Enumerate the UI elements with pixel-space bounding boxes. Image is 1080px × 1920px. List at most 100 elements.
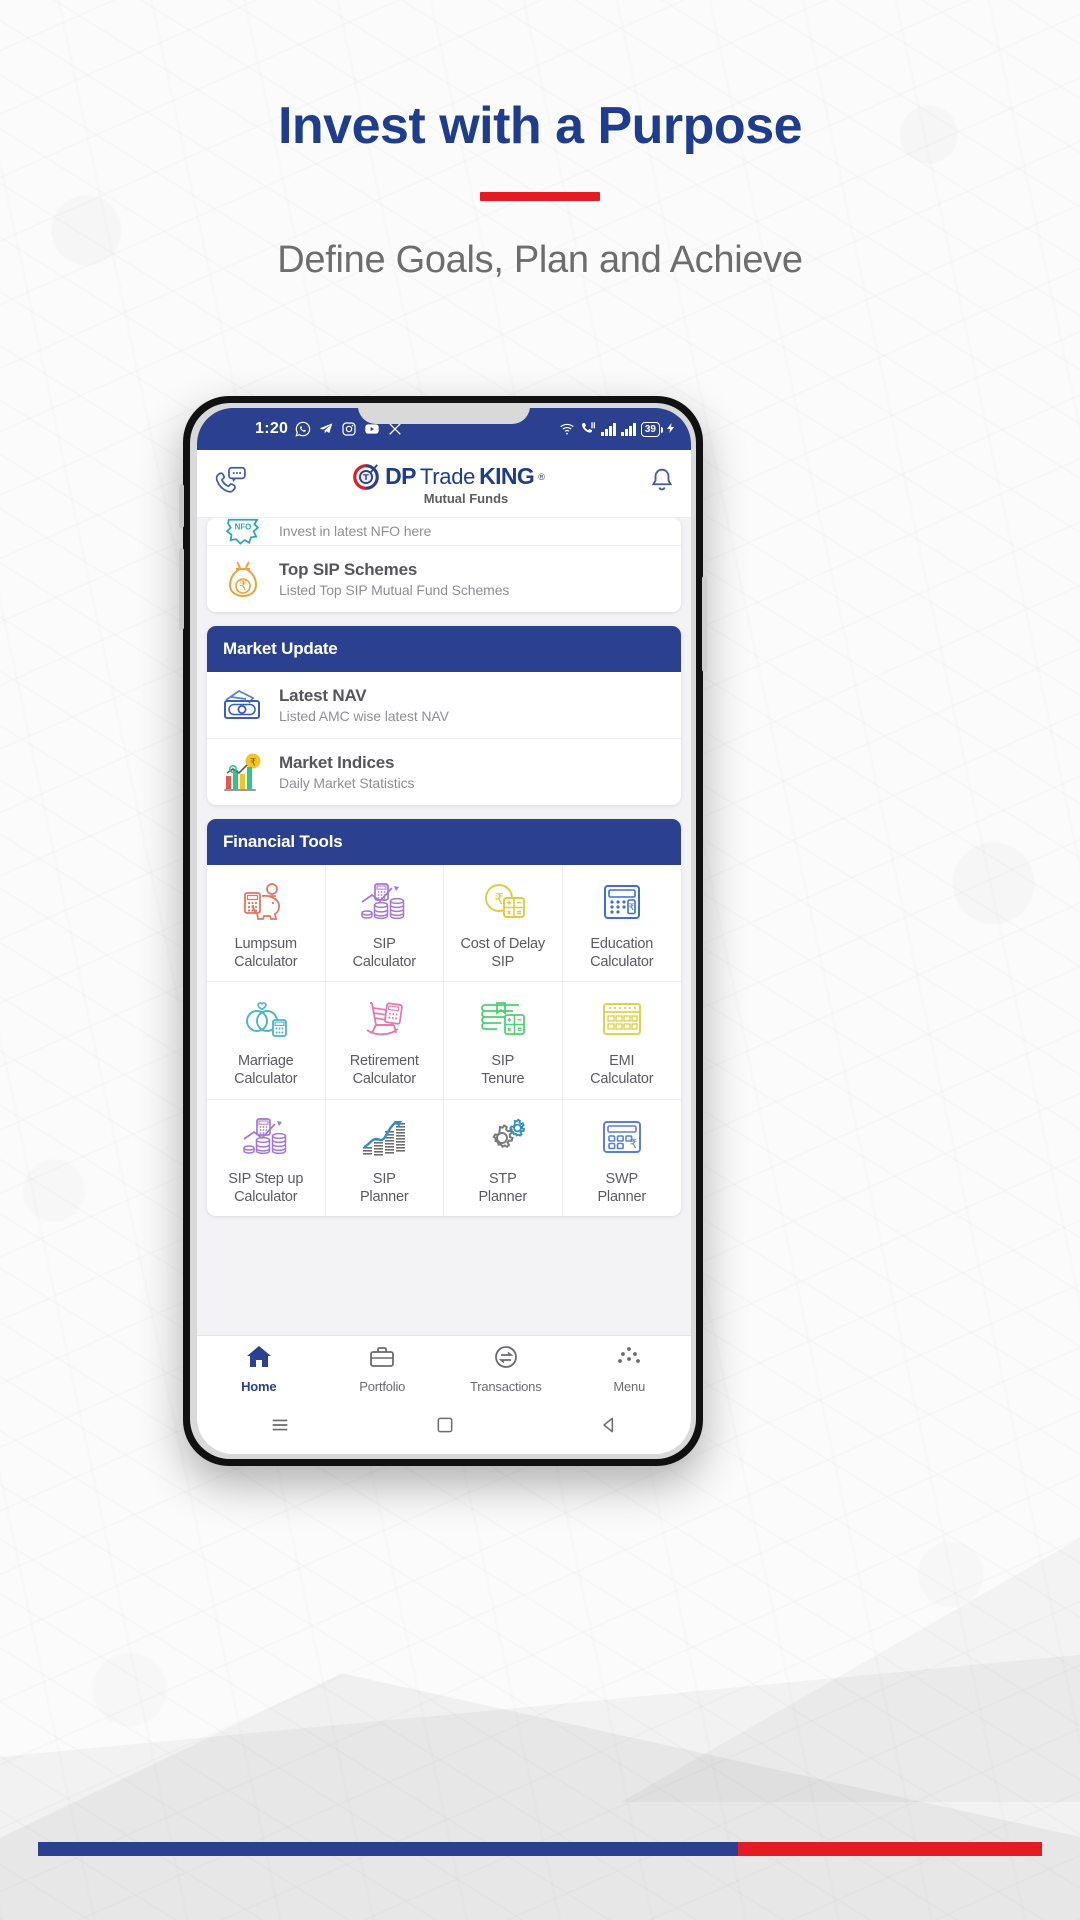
tool-sip-stepup-calculator[interactable]: SIP Step up Calculator	[207, 1099, 326, 1216]
tool-label: Marriage Calculator	[234, 1052, 297, 1088]
home-icon	[245, 1344, 273, 1375]
tool-label: SIP Planner	[360, 1170, 409, 1206]
instagram-icon	[341, 421, 357, 437]
tool-label-line2: Calculator	[590, 1071, 654, 1088]
svg-text:₹: ₹	[250, 758, 256, 769]
footer-bar-blue	[38, 1842, 738, 1856]
wedding-rings-calculator-icon	[242, 994, 290, 1044]
list-item-text: Market Indices Daily Market Statistics	[279, 753, 415, 791]
exchange-icon	[492, 1344, 520, 1375]
piggy-bank-calculator-icon	[242, 877, 290, 927]
recents-icon[interactable]	[269, 1414, 291, 1441]
tool-label: STP Planner	[478, 1170, 527, 1206]
briefcase-icon	[368, 1344, 396, 1375]
phone-power-button	[702, 576, 707, 672]
tool-label: SIP Tenure	[481, 1052, 524, 1088]
phone-notch	[358, 408, 530, 424]
list-item-text: Top SIP Schemes Listed Top SIP Mutual Fu…	[279, 560, 509, 598]
tool-sip-calculator[interactable]: SIP Calculator	[325, 865, 444, 983]
tool-label: EMI Calculator	[590, 1052, 653, 1088]
charging-bolt-icon	[665, 421, 677, 437]
nav-item-home[interactable]: Home	[197, 1344, 321, 1394]
logo-registered-mark: ®	[538, 471, 545, 482]
gears-icon	[479, 1112, 527, 1162]
logo-text-king: KING	[479, 463, 535, 489]
battery-indicator: 39	[640, 421, 664, 437]
tool-marriage-calculator[interactable]: Marriage Calculator	[207, 982, 326, 1100]
footer-accent-bar	[38, 1842, 1042, 1856]
svg-text:₹: ₹	[628, 902, 634, 912]
list-item[interactable]: ₹ Market Indices Daily Market Statistics	[207, 739, 681, 805]
tool-retirement-calculator[interactable]: Retirement Calculator	[325, 982, 444, 1100]
tool-label-line1: SIP Step up	[228, 1170, 304, 1187]
list-item-text: Invest in latest NFO here	[279, 518, 431, 544]
footer-bar-red	[738, 1842, 1042, 1856]
tool-label-line1: Cost of Delay	[460, 936, 546, 952]
nav-label: Transactions	[469, 1379, 542, 1394]
phone-volume-down-button	[179, 548, 184, 630]
tool-label-line1: SIP	[372, 936, 396, 952]
tool-label-line2: Calculator	[590, 954, 654, 971]
money-bag-rupee-icon: ₹	[221, 557, 265, 601]
tool-label-line1: EMI	[609, 1053, 635, 1070]
tool-label-line2: Calculator	[352, 1071, 416, 1088]
tool-label: Retirement Calculator	[350, 1052, 419, 1088]
list-item[interactable]: ₹ Top SIP Schemes Listed Top SIP Mutual …	[207, 546, 681, 612]
back-triangle-icon[interactable]	[599, 1415, 619, 1440]
tool-lumpsum-calculator[interactable]: Lumpsum Calculator	[207, 865, 326, 983]
nav-item-menu[interactable]: Menu	[568, 1344, 692, 1394]
tool-label-line1: Lumpsum	[234, 936, 297, 952]
tool-cost-of-delay-sip[interactable]: ₹ Cost of Delay SIP	[444, 865, 563, 983]
phone-bezel: 1:20 39 DP Trade KING ® Mutual Funds NFO…	[190, 403, 696, 1459]
telegram-icon	[318, 421, 334, 437]
section-header-financial-tools: Financial Tools	[207, 819, 681, 865]
status-bar-clock: 1:20	[255, 420, 289, 437]
call-chat-icon[interactable]	[213, 466, 247, 501]
tool-label: SWP Planner	[597, 1170, 646, 1206]
nav-label: Portfolio	[359, 1379, 406, 1394]
tool-stp-planner[interactable]: STP Planner	[444, 1099, 563, 1216]
phone-volume-up-button	[179, 484, 184, 528]
tool-emi-calculator[interactable]: EMI Calculator	[562, 982, 681, 1100]
logo-tagline: Mutual Funds	[423, 490, 509, 506]
svg-text:₹: ₹	[494, 891, 504, 908]
tool-label: SIP Calculator	[353, 935, 416, 971]
tool-label-line1: Retirement	[349, 1053, 419, 1070]
tool-label-line2: Planner	[478, 1188, 528, 1205]
nav-item-transactions[interactable]: Transactions	[444, 1344, 568, 1394]
nfo-icon: NFO	[221, 518, 265, 545]
list-item[interactable]: Latest NAV Listed AMC wise latest NAV	[207, 672, 681, 739]
education-calculator-icon: ₹	[598, 877, 646, 927]
status-bar: 1:20 39	[197, 408, 691, 450]
tool-label: Cost of Delay SIP	[460, 935, 546, 971]
phone-screen: 1:20 39 DP Trade KING ® Mutual Funds NFO…	[197, 408, 691, 1454]
tool-education-calculator[interactable]: ₹ Education Calculator	[562, 865, 681, 983]
bell-icon[interactable]	[649, 467, 675, 500]
tool-swp-planner[interactable]: ₹ SWP Planner	[563, 1100, 682, 1216]
status-bar-right: 39	[559, 421, 677, 437]
tool-label-line2: Planner	[359, 1188, 409, 1205]
nav-item-portfolio[interactable]: Portfolio	[321, 1344, 445, 1394]
list-item-subtitle: Invest in latest NFO here	[279, 523, 432, 539]
emi-calendar-calculator-icon	[598, 994, 646, 1044]
cash-note-icon	[221, 683, 265, 727]
financial-tools-grid: Lumpsum Calculator SIP Calculator ₹ Cost…	[207, 865, 681, 1216]
tool-label-line2: SIP	[491, 954, 515, 971]
logo-wordmark: DP Trade KING ®	[351, 462, 545, 492]
nav-label: Home	[241, 1379, 277, 1394]
signal-bars-icon	[601, 422, 616, 436]
tool-sip-planner[interactable]: SIP Planner	[326, 1099, 444, 1216]
phone-mockup: 1:20 39 DP Trade KING ® Mutual Funds NFO…	[179, 396, 707, 1466]
tool-label: Education Calculator	[590, 935, 653, 971]
app-scroll-body[interactable]: NFO Invest in latest NFO here ₹ Top SIP …	[197, 518, 691, 1335]
android-navigation-bar	[197, 1400, 691, 1454]
list-item-subtitle: Listed AMC wise latest NAV	[279, 708, 449, 724]
tool-label-line2: Planner	[597, 1188, 647, 1205]
list-item[interactable]: NFO Invest in latest NFO here	[207, 518, 681, 546]
tool-sip-tenure[interactable]: SIP Tenure	[444, 982, 563, 1100]
tool-label-line2: Calculator	[234, 1071, 298, 1088]
home-square-icon[interactable]	[435, 1415, 455, 1440]
rocking-chair-calculator-icon	[360, 994, 408, 1044]
tool-label-line2: Calculator	[234, 954, 298, 971]
bottom-navigation: Home Portfolio Transactions Menu	[197, 1335, 691, 1400]
